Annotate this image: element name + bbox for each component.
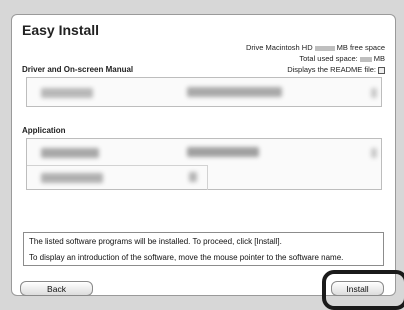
readme-icon[interactable] xyxy=(378,66,385,74)
used-space-value-redacted xyxy=(359,56,372,62)
instruction-line-2: To display an introduction of the softwa… xyxy=(29,253,344,262)
drive-name: Drive Macintosh HD xyxy=(245,43,313,52)
driver-list-item[interactable] xyxy=(41,88,93,98)
driver-software-list xyxy=(26,77,382,107)
free-space-info: Drive Macintosh HD MB free space xyxy=(246,43,385,52)
free-space-label: MB free space xyxy=(336,43,385,52)
application-list-item[interactable] xyxy=(189,172,197,182)
application-list-item[interactable] xyxy=(41,173,103,183)
readme-info: Displays the README file: xyxy=(287,65,385,74)
application-list-item[interactable] xyxy=(41,148,99,158)
window-title: Easy Install xyxy=(22,22,100,38)
free-space-value-redacted xyxy=(314,45,335,51)
list-scroll-marker xyxy=(371,148,377,158)
used-space-info: Total used space: MB xyxy=(299,54,385,63)
application-section-label: Application xyxy=(22,126,66,135)
install-highlight-ring xyxy=(322,270,404,310)
manual-list-item[interactable] xyxy=(187,87,282,97)
application-list-item[interactable] xyxy=(187,147,259,157)
easy-install-window: Easy Install Drive Macintosh HD MB free s… xyxy=(11,14,396,296)
list-divider xyxy=(27,165,207,166)
driver-section-label: Driver and On-screen Manual xyxy=(22,65,134,74)
readme-label: Displays the README file: xyxy=(287,65,376,74)
list-divider xyxy=(207,165,208,190)
used-space-label: Total used space: xyxy=(299,54,358,63)
back-button[interactable]: Back xyxy=(20,281,93,296)
application-software-list xyxy=(26,138,382,190)
list-scroll-marker xyxy=(371,88,377,98)
instruction-line-1: The listed software programs will be ins… xyxy=(29,237,282,246)
instruction-message-box: The listed software programs will be ins… xyxy=(23,232,384,266)
used-space-unit: MB xyxy=(373,54,385,63)
